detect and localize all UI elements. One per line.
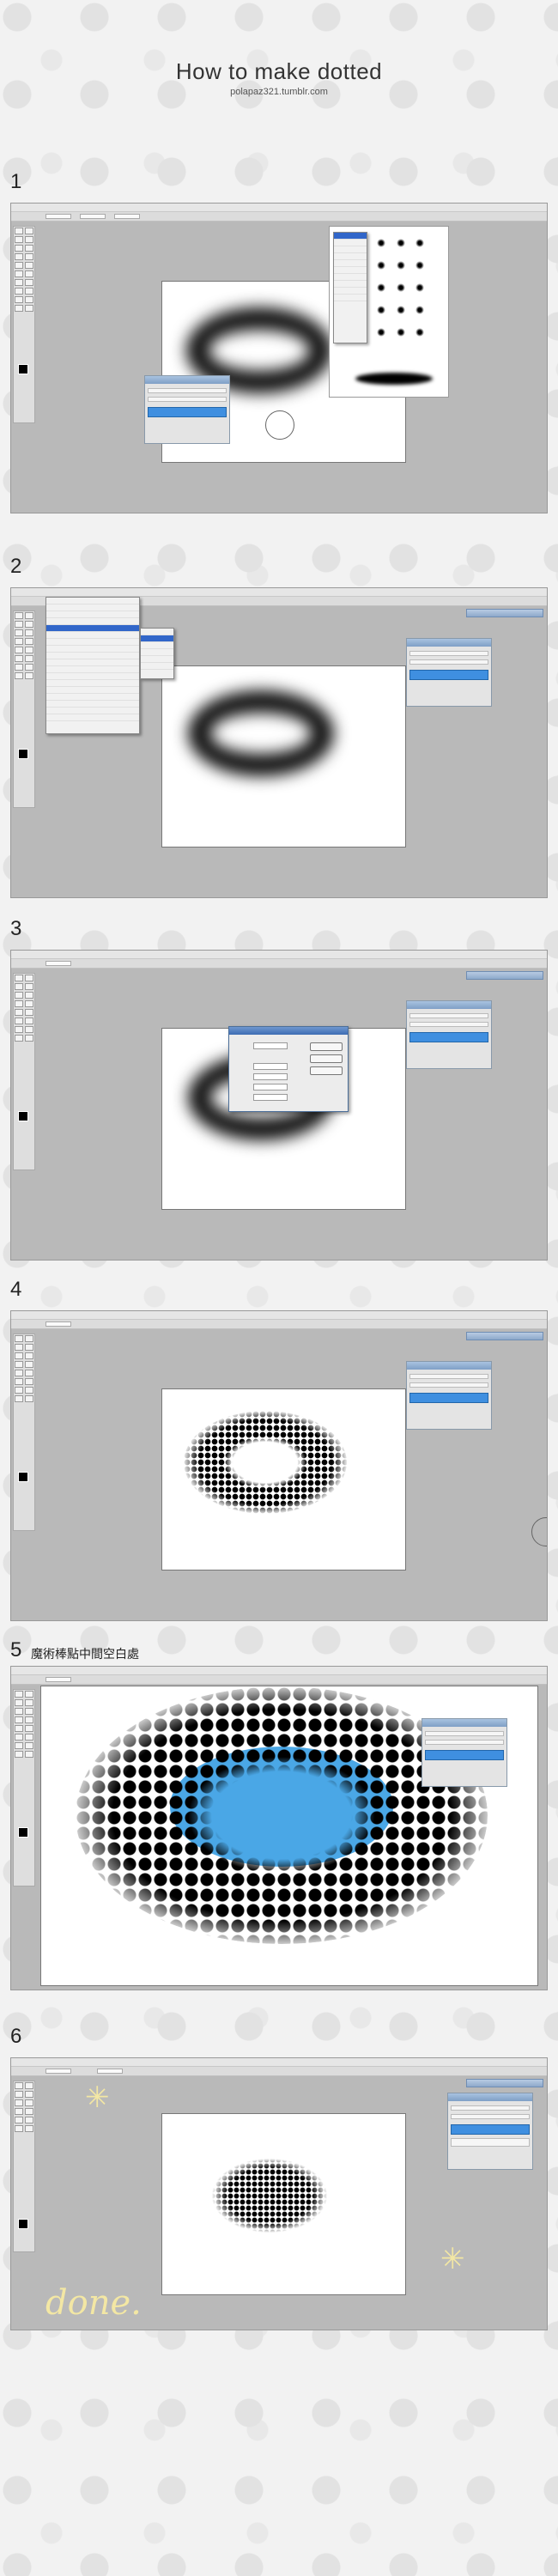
cancel-button[interactable]: [310, 1054, 343, 1063]
brush-stroke-preview: [355, 373, 433, 385]
halftone-lips: [184, 1411, 347, 1514]
step-1: 1: [10, 172, 548, 515]
step-6: 6 ✳ ✳ done.: [10, 2026, 548, 2336]
filter-menu[interactable]: [45, 597, 140, 734]
menu-bar: [11, 951, 547, 959]
options-bar: [11, 959, 547, 969]
palette-tab[interactable]: [466, 1332, 543, 1340]
toolbox: [13, 2081, 35, 2252]
step-5: 5 魔術棒點中間空白處: [10, 1640, 548, 2001]
foreground-color[interactable]: [18, 749, 28, 759]
options-bar: [11, 2067, 547, 2076]
step-number: 5: [10, 1638, 22, 1662]
foreground-color[interactable]: [18, 2219, 28, 2229]
layers-panel[interactable]: [406, 1361, 492, 1430]
color-halftone-dialog[interactable]: [228, 1026, 349, 1112]
foreground-color[interactable]: [18, 1111, 28, 1121]
foreground-color[interactable]: [18, 364, 28, 374]
brush-preset-picker[interactable]: [329, 226, 449, 398]
channel-2-input[interactable]: [253, 1073, 288, 1080]
foreground-color[interactable]: [18, 1472, 28, 1482]
layers-panel[interactable]: [406, 1000, 492, 1069]
sparkle-icon: ✳: [440, 2242, 465, 2276]
toolbox: [13, 226, 35, 423]
layers-panel[interactable]: [422, 1718, 507, 1787]
max-radius-input[interactable]: [253, 1042, 288, 1049]
layer-row-selected[interactable]: [409, 670, 488, 680]
menu-bar: [11, 2058, 547, 2067]
layers-panel[interactable]: [447, 2093, 533, 2170]
step-3: 3: [10, 919, 548, 1262]
toolbox: [13, 1334, 35, 1531]
palette-tab[interactable]: [466, 2079, 543, 2087]
step-caption: 魔術棒點中間空白處: [31, 1648, 139, 1662]
screenshot-magic-wand: [10, 1666, 548, 1990]
done-handwriting: done.: [45, 2283, 142, 2323]
document-canvas[interactable]: [161, 665, 406, 848]
toolbox: [13, 1689, 35, 1886]
channel-1-input[interactable]: [253, 1063, 288, 1070]
pixelate-submenu[interactable]: [140, 628, 174, 679]
options-bar: [11, 1675, 547, 1685]
step-number: 4: [10, 1278, 22, 1301]
menu-item-pixelate[interactable]: [46, 625, 139, 632]
toolbox: [13, 611, 35, 808]
layers-panel[interactable]: [144, 375, 230, 444]
options-bar: [11, 1320, 547, 1329]
step-number: 2: [10, 555, 22, 578]
step-number: 6: [10, 2025, 22, 2048]
step-number: 1: [10, 170, 22, 193]
screenshot-filter-menu: [10, 587, 548, 898]
layer-row-selected[interactable]: [425, 1750, 504, 1760]
step-2: 2: [10, 556, 548, 900]
screenshot-final: ✳ ✳ done.: [10, 2057, 548, 2330]
sparkle-icon: ✳: [85, 2081, 110, 2115]
screenshot-halftone-dialog: [10, 950, 548, 1261]
layer-row-selected[interactable]: [409, 1393, 488, 1403]
foreground-color[interactable]: [18, 1827, 28, 1838]
brush-cursor: [531, 1517, 547, 1546]
toolbox: [13, 973, 35, 1170]
step-4: 4: [10, 1279, 548, 1623]
page-title: How to make dotted: [175, 58, 383, 84]
brush-category-list[interactable]: [333, 232, 367, 343]
menu-item-color-halftone[interactable]: [141, 635, 173, 642]
layer-row-selected[interactable]: [451, 2124, 530, 2135]
default-button[interactable]: [310, 1066, 343, 1075]
channel-3-input[interactable]: [253, 1084, 288, 1091]
page-header: How to make dotted polapaz321.tumblr.com: [0, 58, 558, 97]
palette-tab[interactable]: [466, 609, 543, 617]
menu-bar: [11, 204, 547, 212]
layer-row-selected[interactable]: [409, 1032, 488, 1042]
page-subtitle: polapaz321.tumblr.com: [230, 87, 328, 97]
options-bar: [11, 212, 547, 222]
step-number: 3: [10, 917, 22, 940]
menu-bar: [11, 588, 547, 597]
channel-4-input[interactable]: [253, 1094, 288, 1101]
document-canvas[interactable]: [161, 2113, 406, 2295]
halftone-lips-final: [209, 2157, 330, 2234]
menu-bar: [11, 1311, 547, 1320]
screenshot-brush-preset: [10, 203, 548, 513]
document-canvas[interactable]: [161, 1388, 406, 1571]
layers-panel[interactable]: [406, 638, 492, 707]
ok-button[interactable]: [310, 1042, 343, 1051]
layer-row-selected[interactable]: [148, 407, 227, 417]
palette-tab[interactable]: [466, 971, 543, 980]
lips-brush-stroke: [188, 690, 334, 776]
screenshot-halftone-result: [10, 1310, 548, 1621]
brush-cursor: [265, 410, 294, 440]
menu-bar: [11, 1667, 547, 1675]
